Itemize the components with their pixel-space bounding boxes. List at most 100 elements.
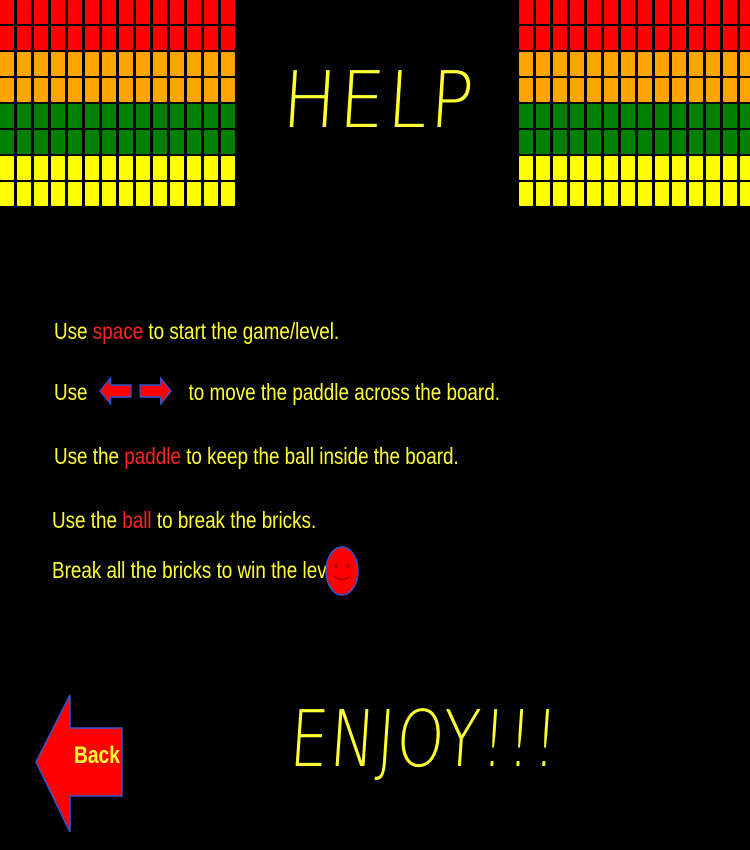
instruction-text: Use the — [52, 507, 123, 533]
brick — [0, 26, 14, 50]
brick — [68, 182, 82, 206]
brick — [553, 0, 567, 24]
brick — [170, 26, 184, 50]
brick — [136, 104, 150, 128]
brick — [638, 156, 652, 180]
brick — [638, 182, 652, 206]
instruction-text: Use — [54, 318, 93, 344]
brick — [119, 52, 133, 76]
brick — [587, 78, 601, 102]
brick — [723, 78, 737, 102]
brick — [187, 52, 201, 76]
brick — [204, 156, 218, 180]
brick — [170, 130, 184, 154]
instruction-win: Break all the bricks to win the level. — [52, 557, 347, 584]
instruction-text: Break all the bricks to win the level. — [52, 557, 347, 583]
brick — [740, 130, 750, 154]
brick — [570, 104, 584, 128]
brick — [17, 26, 31, 50]
brick — [655, 0, 669, 24]
brick — [570, 26, 584, 50]
back-button[interactable]: Back — [34, 694, 126, 834]
brick — [170, 52, 184, 76]
brick — [153, 104, 167, 128]
brick — [34, 0, 48, 24]
brick — [204, 130, 218, 154]
brick — [638, 52, 652, 76]
brick — [553, 182, 567, 206]
brick — [621, 104, 635, 128]
brick — [621, 182, 635, 206]
brick — [153, 52, 167, 76]
brick — [187, 104, 201, 128]
brick — [51, 52, 65, 76]
brick — [604, 0, 618, 24]
brick — [672, 52, 686, 76]
brick — [689, 182, 703, 206]
brick — [153, 78, 167, 102]
brick — [740, 26, 750, 50]
brick — [17, 78, 31, 102]
brick — [204, 52, 218, 76]
brick — [85, 78, 99, 102]
brick — [723, 26, 737, 50]
brick — [0, 0, 14, 24]
brick — [570, 78, 584, 102]
brick — [51, 182, 65, 206]
brick — [604, 52, 618, 76]
brick — [638, 0, 652, 24]
brick — [221, 130, 235, 154]
brick — [170, 104, 184, 128]
brick — [672, 78, 686, 102]
brick — [0, 130, 14, 154]
brick — [587, 182, 601, 206]
brick — [740, 78, 750, 102]
smiley-icon — [325, 546, 359, 601]
brick — [655, 78, 669, 102]
brick — [604, 182, 618, 206]
brick — [119, 78, 133, 102]
brick — [740, 52, 750, 76]
brick — [706, 182, 720, 206]
brick — [672, 26, 686, 50]
brick — [136, 130, 150, 154]
brick — [655, 182, 669, 206]
brick — [85, 156, 99, 180]
brick — [689, 26, 703, 50]
brick — [519, 52, 533, 76]
instruction-text: Use the — [54, 443, 125, 469]
instruction-paddle: Use the paddle to keep the ball inside t… — [54, 443, 459, 470]
brick — [689, 156, 703, 180]
brick — [587, 104, 601, 128]
brick — [221, 78, 235, 102]
brick — [51, 78, 65, 102]
brick — [187, 26, 201, 50]
brick — [17, 156, 31, 180]
right-arrow-icon — [139, 376, 172, 412]
brick — [672, 130, 686, 154]
key-space: space — [92, 318, 144, 344]
brick — [102, 130, 116, 154]
brick — [519, 0, 533, 24]
brick — [519, 26, 533, 50]
brick — [0, 78, 14, 102]
brick — [17, 0, 31, 24]
brick — [34, 156, 48, 180]
brick — [723, 104, 737, 128]
brick — [587, 130, 601, 154]
brick — [102, 182, 116, 206]
brick — [0, 182, 14, 206]
brick — [672, 182, 686, 206]
brick — [34, 130, 48, 154]
brick — [119, 0, 133, 24]
brick — [34, 78, 48, 102]
brick — [187, 156, 201, 180]
brick — [655, 26, 669, 50]
brick — [604, 104, 618, 128]
brick — [519, 104, 533, 128]
brick — [570, 156, 584, 180]
brick — [221, 0, 235, 24]
brick — [34, 26, 48, 50]
brick — [119, 130, 133, 154]
brick — [187, 0, 201, 24]
